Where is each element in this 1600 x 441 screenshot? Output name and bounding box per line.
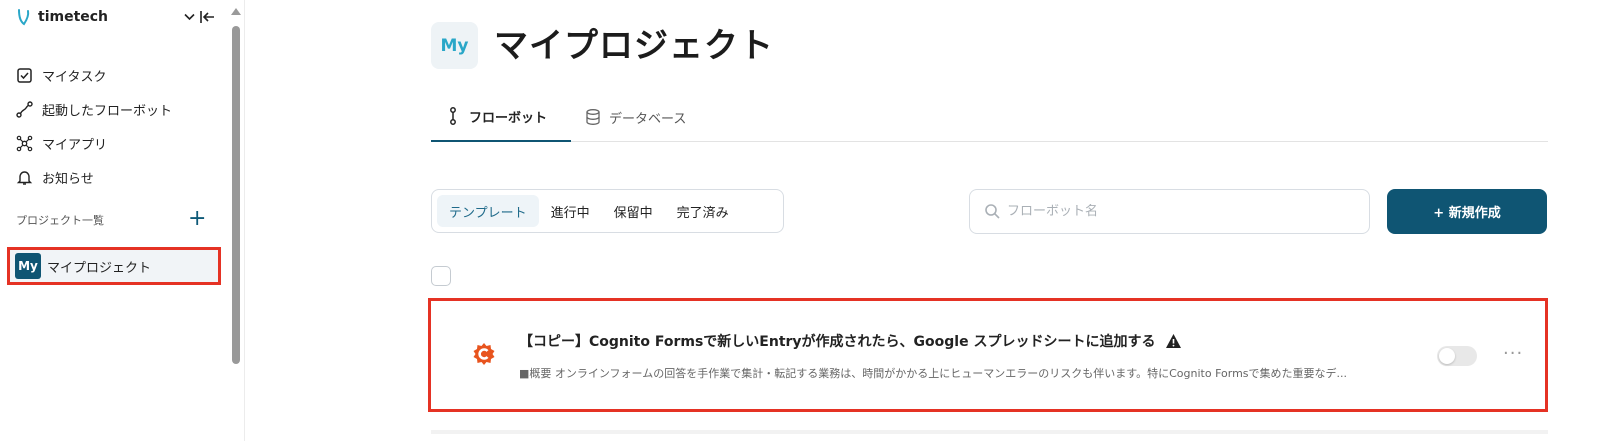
toggle-knob bbox=[1439, 348, 1455, 364]
flow-icon bbox=[16, 100, 33, 118]
sidebar-scrollbar[interactable] bbox=[229, 0, 244, 441]
flowbot-icon bbox=[450, 107, 456, 125]
filter-completed[interactable]: 完了済み bbox=[665, 195, 741, 227]
tab-database[interactable]: データベース bbox=[571, 92, 711, 142]
search-input[interactable] bbox=[1007, 204, 1347, 219]
cognito-forms-icon bbox=[473, 343, 495, 365]
flowbot-card[interactable]: 【コピー】Cognito Formsで新しいEntryが作成されたら、Googl… bbox=[428, 298, 1548, 412]
project-avatar-large: My bbox=[431, 22, 478, 69]
scroll-thumb[interactable] bbox=[232, 26, 240, 364]
filter-on-hold[interactable]: 保留中 bbox=[602, 195, 665, 227]
tab-label: データベース bbox=[609, 111, 687, 127]
project-list-label: プロジェクト一覧 bbox=[16, 214, 104, 227]
filter-in-progress[interactable]: 進行中 bbox=[539, 195, 602, 227]
tab-label: フローボット bbox=[469, 110, 548, 126]
brand-name: timetech bbox=[38, 9, 109, 25]
page-title: マイプロジェクト bbox=[494, 26, 774, 66]
sidebar: timetech マイタスク 起動したフローボット マイアプリ お知らせ プロジ… bbox=[0, 0, 228, 441]
sidebar-item-label: 起動したフローボット bbox=[42, 103, 173, 119]
workspace-dropdown[interactable] bbox=[184, 6, 195, 28]
checkbox-icon bbox=[17, 67, 32, 83]
flowbot-description: ■概要 オンラインフォームの回答を手作業で集計・転記する業務は、時間がかかる上に… bbox=[519, 367, 1348, 380]
sidebar-item-my-project[interactable]: My マイプロジェクト bbox=[7, 247, 221, 285]
apps-icon bbox=[16, 135, 33, 151]
create-new-button[interactable]: + 新規作成 bbox=[1387, 189, 1547, 234]
project-label: マイプロジェクト bbox=[47, 260, 152, 276]
project-avatar: My bbox=[15, 253, 41, 279]
warning-icon bbox=[1166, 334, 1182, 348]
sidebar-item-notifications[interactable]: お知らせ bbox=[16, 160, 172, 194]
filter-template[interactable]: テンプレート bbox=[437, 195, 539, 227]
sidebar-divider bbox=[244, 0, 245, 441]
flowbot-enable-toggle[interactable] bbox=[1437, 346, 1477, 366]
sidebar-item-label: マイタスク bbox=[42, 69, 107, 85]
sidebar-item-label: お知らせ bbox=[42, 171, 94, 187]
more-options-icon[interactable]: ··· bbox=[1503, 343, 1523, 364]
timetech-logo-icon bbox=[18, 9, 30, 26]
sidebar-nav: マイタスク 起動したフローボット マイアプリ お知らせ bbox=[16, 58, 172, 194]
collapse-left-icon bbox=[200, 11, 214, 23]
sidebar-item-launched-flowbots[interactable]: 起動したフローボット bbox=[16, 92, 172, 126]
next-card-edge bbox=[431, 430, 1548, 434]
flowbot-title: 【コピー】Cognito Formsで新しいEntryが作成されたら、Googl… bbox=[519, 331, 1182, 351]
chevron-down-icon bbox=[184, 13, 195, 21]
tab-flowbot[interactable]: フローボット bbox=[431, 92, 571, 142]
brand-logo[interactable]: timetech bbox=[16, 6, 108, 28]
add-project-button[interactable]: + bbox=[188, 208, 206, 230]
sidebar-item-my-apps[interactable]: マイアプリ bbox=[16, 126, 172, 160]
tab-bar: フローボット データベース bbox=[431, 92, 1548, 142]
scroll-up-arrow-icon[interactable] bbox=[231, 8, 241, 15]
sidebar-item-label: マイアプリ bbox=[42, 137, 108, 153]
database-icon bbox=[586, 109, 600, 125]
collapse-sidebar-button[interactable] bbox=[199, 6, 216, 28]
bell-icon bbox=[16, 170, 33, 185]
sidebar-item-my-task[interactable]: マイタスク bbox=[16, 58, 172, 92]
search-box[interactable] bbox=[969, 189, 1370, 234]
search-icon bbox=[985, 204, 1000, 219]
status-filter-group: テンプレート 進行中 保留中 完了済み bbox=[431, 189, 784, 233]
flowbot-title-text: 【コピー】Cognito Formsで新しいEntryが作成されたら、Googl… bbox=[519, 334, 1156, 350]
select-all-checkbox[interactable] bbox=[431, 266, 451, 286]
